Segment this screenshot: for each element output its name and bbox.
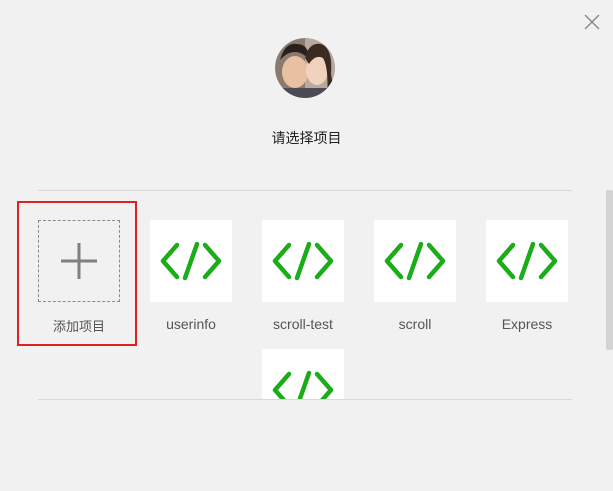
project-label: Express: [501, 316, 553, 332]
code-icon: [160, 241, 222, 281]
project-tile[interactable]: [262, 349, 344, 399]
project-tile[interactable]: [262, 220, 344, 302]
code-icon: [496, 241, 558, 281]
project-list[interactable]: 添加项目 userinfo scroll-test scroll Express: [0, 191, 613, 399]
project-label: scroll-test: [273, 316, 333, 332]
project-item-scroll[interactable]: scroll: [359, 220, 471, 332]
project-label: scroll: [398, 316, 432, 332]
scrollbar-thumb[interactable]: [606, 190, 613, 350]
add-project-label: 添加项目: [52, 320, 105, 335]
project-tile[interactable]: [150, 220, 232, 302]
add-project-button[interactable]: 添加项目: [23, 220, 135, 335]
project-item-partial[interactable]: [247, 349, 359, 399]
avatar: [275, 38, 335, 98]
bottom-divider: [38, 399, 572, 400]
code-icon: [272, 241, 334, 281]
project-item-userinfo[interactable]: userinfo: [135, 220, 247, 332]
code-icon: [272, 370, 334, 399]
project-tile[interactable]: [486, 220, 568, 302]
project-item-express[interactable]: Express: [471, 220, 583, 332]
user-avatar-image: [275, 38, 335, 98]
project-label: userinfo: [166, 316, 216, 332]
plus-icon: [61, 243, 97, 279]
code-icon: [384, 241, 446, 281]
close-button[interactable]: [581, 11, 603, 33]
add-project-tile[interactable]: [38, 220, 120, 302]
dialog-title: 请选择项目: [271, 131, 342, 147]
close-icon[interactable]: [581, 11, 603, 33]
project-tile[interactable]: [374, 220, 456, 302]
project-item-scroll-test[interactable]: scroll-test: [247, 220, 359, 332]
